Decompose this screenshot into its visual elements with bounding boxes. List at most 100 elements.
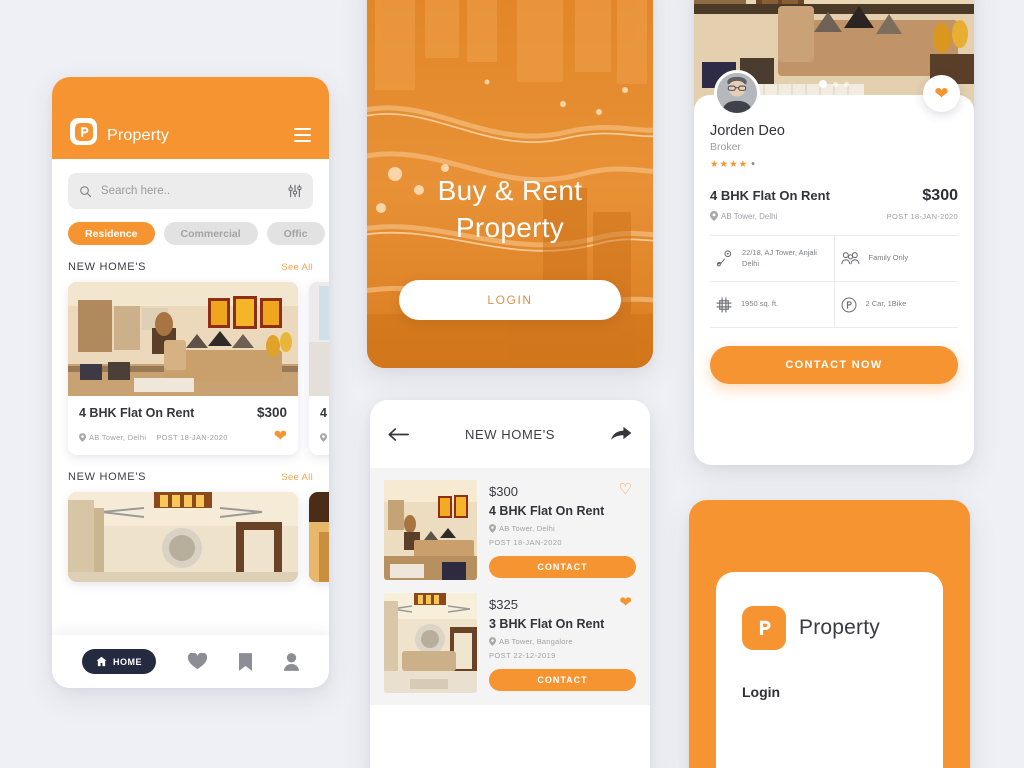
- login-button[interactable]: LOGIN: [399, 280, 621, 320]
- detail-title-row: 4 BHK Flat On Rent $300: [710, 187, 958, 205]
- property-card-rail[interactable]: 4 BHK Flat On Rent $300 AB Tower, Delhi …: [68, 282, 329, 455]
- feature-row: 22/18, AJ Tower, Anjali Delhi Family Onl…: [710, 236, 958, 282]
- property-logo-icon: [742, 606, 786, 650]
- property-card[interactable]: 4 BHK Flat On Rent $300 AB Tower, Delhi …: [68, 282, 298, 455]
- search-icon: [80, 185, 92, 197]
- login-field-placeholder[interactable]: [742, 722, 917, 723]
- home-screen: Property Search here.. Residence Commerc…: [52, 77, 329, 688]
- carousel-dot[interactable]: [844, 81, 849, 87]
- see-all-link[interactable]: See All: [281, 262, 313, 273]
- property-card[interactable]: 4 BHK Flat On Rent $280 AB Tower, Delhi …: [309, 282, 329, 455]
- star-icon: ★: [729, 158, 738, 170]
- property-location: AB Tower, Delhi: [320, 432, 329, 442]
- search-input[interactable]: Search here..: [68, 173, 313, 209]
- list-item-posted: POST 22-12-2019: [489, 651, 556, 660]
- location-pin-icon: [320, 432, 327, 442]
- favorite-heart-filled-icon[interactable]: ❤: [619, 595, 632, 610]
- area-icon: [716, 297, 732, 313]
- bottom-tabbar: HOME: [52, 635, 329, 688]
- detail-meta-row: AB Tower, Delhi POST 18-JAN-2020: [710, 211, 958, 221]
- family-icon: [840, 251, 860, 266]
- tab-home[interactable]: HOME: [82, 649, 156, 674]
- feature-family: Family Only: [833, 236, 959, 281]
- tab-profile[interactable]: [284, 652, 299, 671]
- feature-row: 1950 sq. ft. 2 Car, 1Bike: [710, 282, 958, 328]
- property-card-rail-2[interactable]: [68, 492, 329, 582]
- list-item-price: $325: [489, 597, 518, 612]
- contact-now-button[interactable]: CONTACT NOW: [710, 346, 958, 384]
- home-icon: [96, 656, 107, 667]
- carousel-dot-active[interactable]: [819, 80, 827, 88]
- detail-posted: POST 18-JAN-2020: [886, 211, 958, 221]
- screenshot-canvas: Property Search here.. Residence Commerc…: [0, 0, 1024, 768]
- location-pin-icon: [489, 637, 496, 646]
- list-title: NEW HOME'S: [464, 426, 556, 442]
- login-heading: Login: [742, 684, 781, 700]
- list-item[interactable]: ♡ $300 4 BHK Flat On Rent AB Tower, Delh…: [384, 480, 636, 580]
- detail-screen: ❤ Jorden Deo Broker ★ ★ ★ ★ • 4 BHK Flat…: [694, 0, 974, 465]
- list-item-price: $300: [489, 484, 518, 499]
- chip-commercial[interactable]: Commercial: [163, 222, 258, 245]
- search-placeholder: Search here..: [101, 185, 171, 197]
- property-posted: POST 18-JAN-2020: [156, 432, 228, 442]
- feature-parking: 2 Car, 1Bike: [833, 282, 959, 327]
- login-brand: Property: [742, 606, 917, 650]
- property-photo: [68, 492, 298, 582]
- home-body: Search here.. Residence Commercial Offic…: [52, 173, 329, 582]
- login-panel: Property Login: [716, 572, 943, 768]
- favorite-fab-heart-icon[interactable]: ❤: [923, 75, 960, 112]
- detail-sheet: ❤ Jorden Deo Broker ★ ★ ★ ★ • 4 BHK Flat…: [694, 70, 974, 465]
- list-item-photo: [384, 480, 477, 580]
- favorite-heart-icon[interactable]: ❤: [274, 429, 287, 445]
- broker-rating: ★ ★ ★ ★ •: [710, 158, 958, 170]
- property-logo-icon: [70, 118, 97, 145]
- property-card[interactable]: [309, 492, 329, 582]
- section-title: NEW HOME'S: [68, 471, 147, 483]
- star-icon: ★: [738, 158, 748, 170]
- list-item-title: 3 BHK Flat On Rent: [489, 617, 605, 631]
- login-brand-label: Property: [799, 616, 880, 639]
- sliders-icon[interactable]: [288, 184, 302, 198]
- location-pin-icon: [489, 524, 496, 533]
- splash-title: Buy & Rent Property: [438, 173, 583, 246]
- hamburger-icon[interactable]: [294, 127, 311, 145]
- tab-home-label: HOME: [113, 656, 142, 667]
- splash-screen: Buy & Rent Property LOGIN: [367, 0, 653, 368]
- favorite-heart-outline-icon[interactable]: ♡: [619, 482, 632, 497]
- property-photo: [309, 492, 329, 582]
- carousel-dots[interactable]: [819, 80, 849, 88]
- detail-location: AB Tower, Delhi: [710, 211, 777, 221]
- property-card-body: 4 BHK Flat On Rent $300 AB Tower, Delhi …: [68, 396, 298, 455]
- category-chips: Residence Commercial Offic: [68, 222, 325, 245]
- person-icon: [284, 652, 299, 671]
- bookmark-icon: [239, 652, 252, 671]
- list-item-info: ❤ $325 3 BHK Flat On Rent AB Tower, Bang…: [477, 593, 636, 693]
- chip-residence[interactable]: Residence: [68, 222, 155, 245]
- splash-content: Buy & Rent Property LOGIN: [367, 0, 653, 368]
- detail-property-title: 4 BHK Flat On Rent: [710, 188, 830, 203]
- section-header-2: NEW HOME'S See All: [68, 471, 313, 483]
- list-item-location: AB Tower, Delhi: [489, 524, 636, 533]
- feature-address: 22/18, AJ Tower, Anjali Delhi: [710, 236, 834, 281]
- list-item[interactable]: ❤ $325 3 BHK Flat On Rent AB Tower, Bang…: [384, 593, 636, 693]
- login-screen: Property Login: [689, 500, 970, 768]
- see-all-link[interactable]: See All: [281, 472, 313, 483]
- feature-area: 1950 sq. ft.: [710, 282, 834, 327]
- feature-grid: 22/18, AJ Tower, Anjali Delhi Family Onl…: [710, 235, 958, 328]
- tab-favorites[interactable]: [188, 653, 207, 670]
- tab-saved[interactable]: [239, 652, 252, 671]
- star-icon: ★: [719, 158, 729, 170]
- contact-button[interactable]: CONTACT: [489, 556, 636, 578]
- parking-icon: [841, 297, 857, 313]
- carousel-dot[interactable]: [833, 81, 838, 87]
- contact-button[interactable]: CONTACT: [489, 669, 636, 691]
- star-icon: ★: [710, 158, 719, 170]
- property-location: AB Tower, Delhi: [79, 433, 146, 442]
- chip-office[interactable]: Offic: [266, 222, 325, 245]
- property-title: 4 BHK Flat On Rent: [79, 406, 195, 420]
- property-price: $300: [256, 405, 287, 420]
- section-title: NEW HOME'S: [68, 261, 147, 273]
- property-photo: [309, 282, 329, 396]
- list-item-location: AB Tower, Bangalore: [489, 637, 636, 646]
- property-card[interactable]: [68, 492, 298, 582]
